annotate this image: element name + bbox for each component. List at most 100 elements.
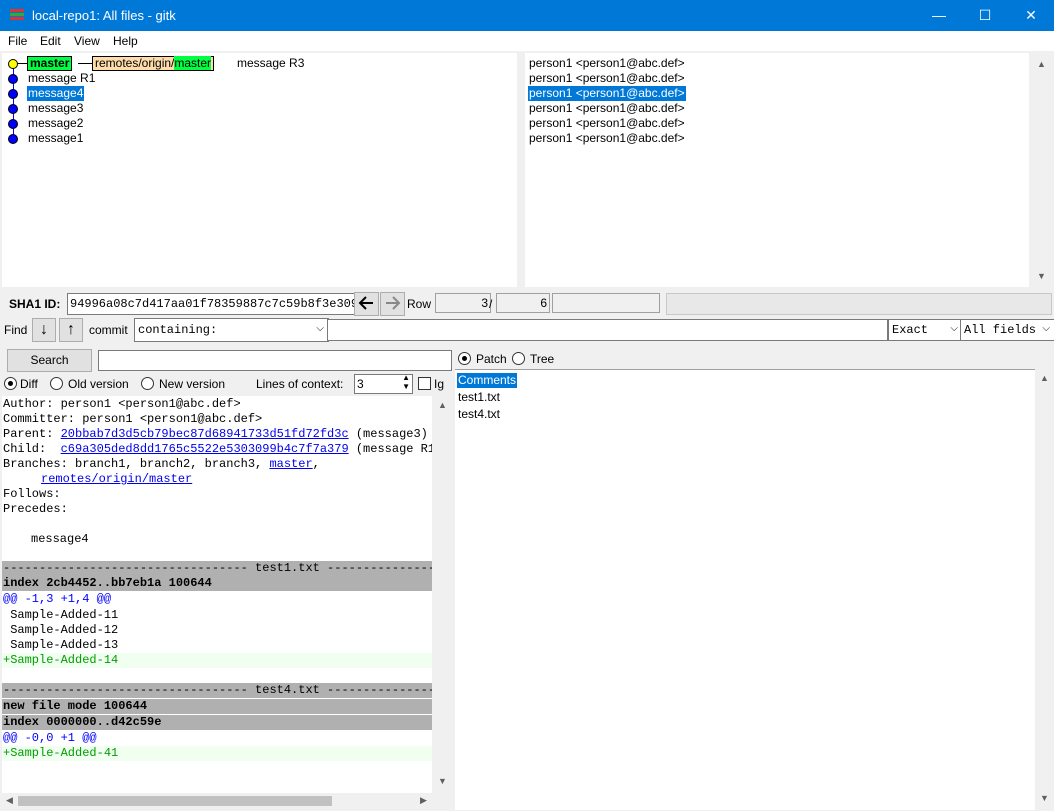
- commit-dot[interactable]: [8, 119, 18, 129]
- branches-line: Branches: branch1, branch2, branch3, mas…: [3, 457, 320, 472]
- commit-row[interactable]: message3: [28, 101, 83, 116]
- file-header-test4: ---------------------------------- test4…: [2, 683, 432, 698]
- commit-row-selected[interactable]: message4: [27, 86, 85, 101]
- history-scrollbar[interactable]: ▲ ▼: [1031, 53, 1052, 287]
- find-case-select[interactable]: Exact ⌵: [888, 319, 963, 341]
- commit-dot[interactable]: [8, 89, 18, 99]
- commit-dot-head[interactable]: [8, 59, 18, 69]
- minimize-button[interactable]: —: [916, 0, 962, 31]
- file-list-item[interactable]: test1.txt: [458, 390, 500, 405]
- find-prev-button[interactable]: ↑: [59, 318, 83, 342]
- context-line: Sample-Added-12: [3, 623, 119, 637]
- parent-message: (message3): [348, 427, 428, 441]
- scroll-up-arrow-icon[interactable]: ▲: [438, 400, 447, 410]
- added-line: +Sample-Added-14: [2, 653, 432, 668]
- context-spinbox[interactable]: 3 ▲ ▼: [354, 373, 413, 394]
- old-version-radio[interactable]: [50, 377, 63, 390]
- diff-scrollbar[interactable]: ▲ ▼: [434, 396, 452, 793]
- remote-prefix: remotes/origin/: [95, 56, 175, 70]
- commit-row[interactable]: message R1: [28, 71, 95, 86]
- file-list-pane[interactable]: Comments test1.txt test4.txt: [455, 369, 1035, 810]
- tree-radio[interactable]: [512, 352, 525, 365]
- scroll-left-arrow-icon[interactable]: ◀: [6, 795, 13, 806]
- tree-radio-label: Tree: [530, 352, 555, 366]
- back-button[interactable]: [354, 292, 379, 316]
- scroll-down-arrow-icon[interactable]: ▼: [438, 776, 447, 786]
- forward-button[interactable]: [380, 292, 405, 316]
- close-button[interactable]: ✕: [1008, 0, 1054, 31]
- branches-comma: ,: [312, 457, 320, 471]
- search-button[interactable]: Search: [7, 349, 92, 372]
- search-input[interactable]: [98, 350, 452, 371]
- scroll-up-arrow-icon[interactable]: ▲: [1037, 59, 1046, 69]
- row-total: 6: [496, 293, 550, 313]
- sha-input[interactable]: 94996a08c7d417aa01f78359887c7c59b8f3e309: [67, 293, 355, 315]
- committer-line: Committer: person1 <person1@abc.def>: [3, 412, 263, 426]
- file-list-item-selected[interactable]: Comments: [457, 373, 518, 388]
- child-sha-link[interactable]: c69a305ded8dd1765c5522e5303099b4c7f7a379: [61, 442, 349, 456]
- history-pane[interactable]: master remotes/origin/master message R3 …: [2, 53, 517, 287]
- commit-row[interactable]: message1: [28, 131, 83, 146]
- spin-arrows-icon[interactable]: ▲ ▼: [402, 373, 410, 391]
- scroll-up-arrow-icon[interactable]: ▲: [1040, 373, 1049, 383]
- scroll-right-arrow-icon[interactable]: ▶: [420, 795, 427, 806]
- author-row-selected[interactable]: person1 <person1@abc.def>: [528, 86, 686, 101]
- find-input[interactable]: [327, 319, 888, 341]
- file-header-test1: ---------------------------------- test1…: [2, 561, 432, 576]
- arrow-right-icon: [386, 296, 401, 310]
- menu-view[interactable]: View: [74, 34, 100, 48]
- diff-pane[interactable]: Author: person1 <person1@abc.def> Commit…: [2, 396, 432, 793]
- scroll-down-arrow-icon[interactable]: ▼: [1037, 271, 1046, 281]
- hscroll-thumb[interactable]: [18, 796, 332, 806]
- find-fields-select[interactable]: All fields ⌵: [960, 319, 1054, 341]
- remote-branch-tag[interactable]: remotes/origin/master: [92, 56, 215, 71]
- menu-edit[interactable]: Edit: [40, 34, 61, 48]
- arrow-up-icon: ↑: [67, 321, 75, 338]
- branch-master-link[interactable]: master: [269, 457, 312, 471]
- author-row[interactable]: person1 <person1@abc.def>: [529, 71, 685, 86]
- parent-sha-link[interactable]: 20bbab7d3d5cb79bec87d68941733d51fd72fd3c: [61, 427, 349, 441]
- new-version-radio[interactable]: [141, 377, 154, 390]
- diff-radio[interactable]: [4, 377, 17, 390]
- author-line: Author: person1 <person1@abc.def>: [3, 397, 241, 411]
- file-list-scrollbar[interactable]: ▲ ▼: [1036, 369, 1052, 809]
- find-mode-select[interactable]: containing: ⌵: [134, 318, 329, 342]
- author-pane[interactable]: person1 <person1@abc.def> person1 <perso…: [525, 53, 1029, 287]
- diff-hscrollbar[interactable]: ◀ ▶: [2, 793, 432, 809]
- child-message: (message R1): [355, 442, 432, 456]
- commit-dot[interactable]: [8, 104, 18, 114]
- branches-label: Branches: branch1, branch2, branch3,: [3, 457, 270, 471]
- commit-row[interactable]: message2: [28, 116, 83, 131]
- menu-file[interactable]: File: [8, 34, 27, 48]
- menu-help[interactable]: Help: [113, 34, 138, 48]
- file-index-test4: index 0000000..d42c59e: [2, 715, 432, 730]
- find-label: Find: [4, 323, 28, 337]
- patch-radio[interactable]: [458, 352, 471, 365]
- commit-dot[interactable]: [8, 74, 18, 84]
- ignore-space-checkbox[interactable]: [418, 377, 431, 390]
- branch-remote-master-link[interactable]: remotes/origin/master: [41, 472, 192, 486]
- follows-line: Follows:: [3, 487, 61, 501]
- status-field: [666, 293, 1052, 315]
- remote-branch-name: master: [174, 56, 212, 70]
- arrow-down-icon: ↓: [40, 321, 48, 338]
- find-type-label: commit: [89, 323, 128, 337]
- scroll-down-arrow-icon[interactable]: ▼: [1040, 793, 1049, 803]
- author-row[interactable]: person1 <person1@abc.def>: [529, 101, 685, 116]
- author-row[interactable]: person1 <person1@abc.def>: [529, 116, 685, 131]
- find-next-button[interactable]: ↓: [32, 318, 56, 342]
- chevron-down-icon: ⌵: [1042, 324, 1050, 335]
- row-separator: /: [489, 297, 493, 311]
- context-label: Lines of context:: [256, 377, 344, 391]
- file-list-item[interactable]: test4.txt: [458, 407, 500, 422]
- maximize-button[interactable]: ☐: [962, 0, 1008, 31]
- window-title: local-repo1: All files - gitk: [32, 8, 176, 23]
- head-branch-tag[interactable]: master: [27, 56, 73, 71]
- find-mode-value: containing:: [138, 323, 218, 337]
- context-line: Sample-Added-13: [3, 638, 119, 652]
- commit-row[interactable]: message R3: [237, 56, 304, 71]
- commit-dot[interactable]: [8, 134, 18, 144]
- row-label: Row: [407, 297, 432, 311]
- author-row[interactable]: person1 <person1@abc.def>: [529, 131, 685, 146]
- author-row[interactable]: person1 <person1@abc.def>: [529, 56, 685, 71]
